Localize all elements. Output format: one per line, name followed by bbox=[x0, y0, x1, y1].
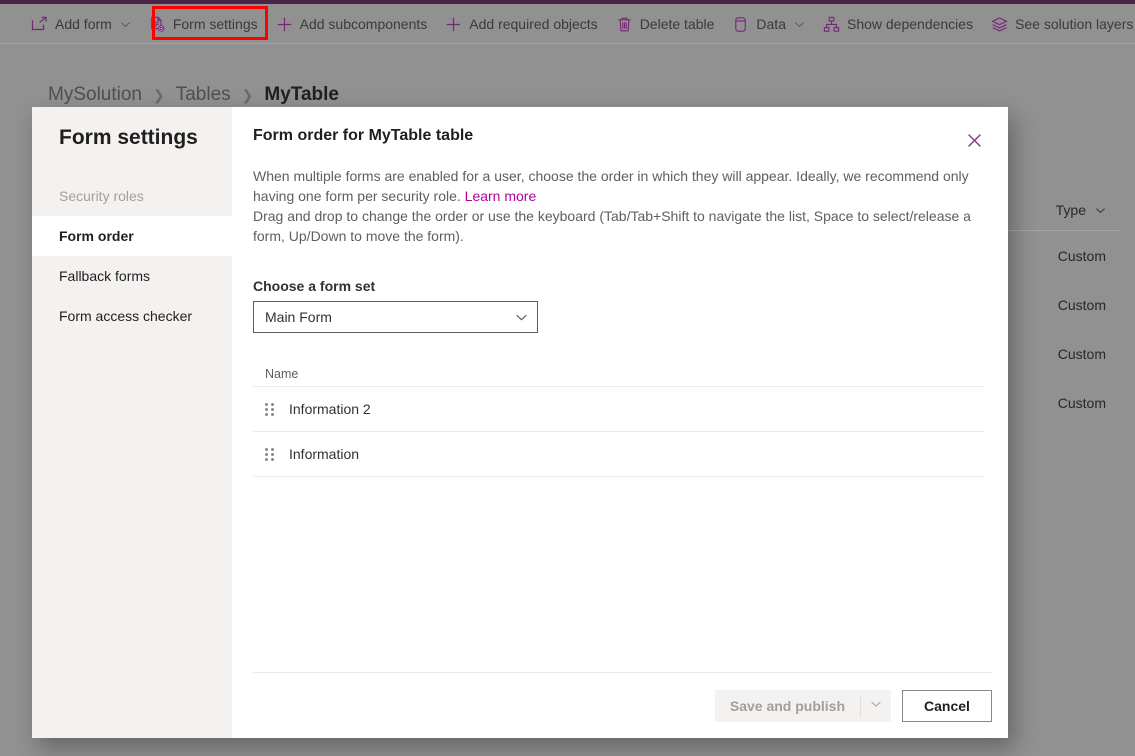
panel-description: When multiple forms are enabled for a us… bbox=[253, 166, 980, 246]
learn-more-link[interactable]: Learn more bbox=[465, 188, 537, 204]
cancel-button[interactable]: Cancel bbox=[902, 689, 992, 722]
plus-icon bbox=[445, 16, 462, 33]
chevron-down-icon[interactable] bbox=[515, 311, 528, 324]
list-column-header-name: Name bbox=[253, 361, 984, 387]
column-header-label: Type bbox=[1055, 202, 1086, 218]
save-and-publish-split-button: Save and publish bbox=[714, 689, 891, 722]
dependencies-icon bbox=[823, 16, 840, 33]
page-title: Form order for MyTable table bbox=[253, 127, 474, 144]
formset-label: Choose a form set bbox=[253, 278, 376, 294]
chevron-down-icon[interactable] bbox=[794, 19, 805, 30]
breadcrumb-item-current: MyTable bbox=[264, 84, 339, 105]
sidebar-item-security-roles: Security roles bbox=[32, 176, 232, 216]
save-and-publish-menu-button bbox=[861, 690, 891, 722]
command-add-form[interactable]: Add form bbox=[22, 7, 140, 41]
breadcrumb-separator-icon: ❯ bbox=[153, 86, 165, 103]
cell-type: Custom bbox=[1057, 345, 1106, 362]
command-show-dependencies[interactable]: Show dependencies bbox=[814, 7, 982, 41]
dialog-footer: Save and publish Cancel bbox=[253, 672, 992, 738]
layers-icon bbox=[991, 16, 1008, 33]
form-settings-icon bbox=[149, 16, 166, 33]
sidebar-item-label: Fallback forms bbox=[59, 268, 151, 284]
close-icon bbox=[967, 133, 982, 153]
close-button[interactable] bbox=[958, 127, 990, 159]
breadcrumb-separator-icon: ❯ bbox=[241, 86, 254, 103]
drag-handle-icon[interactable] bbox=[265, 401, 276, 417]
drag-handle-icon[interactable] bbox=[265, 446, 276, 462]
formset-selected-value: Main Form bbox=[265, 309, 332, 325]
command-add-required-objects[interactable]: Add required objects bbox=[436, 7, 606, 41]
command-see-solution-layers[interactable]: See solution layers bbox=[982, 7, 1135, 41]
command-delete-table[interactable]: Delete table bbox=[607, 7, 724, 41]
dialog-title: Form settings bbox=[59, 126, 198, 149]
formset-dropdown[interactable]: Main Form bbox=[253, 301, 538, 333]
chevron-down-icon[interactable] bbox=[120, 19, 131, 30]
dialog-sidebar: Form settings Security roles Form order … bbox=[32, 107, 232, 738]
command-label: Form settings bbox=[172, 16, 258, 32]
command-label: Add subcomponents bbox=[299, 16, 428, 32]
database-icon bbox=[732, 16, 749, 33]
command-label: Add required objects bbox=[469, 16, 598, 32]
sidebar-item-label: Security roles bbox=[59, 188, 144, 204]
cell-type: Custom bbox=[1057, 394, 1106, 411]
list-item-label: Information bbox=[289, 446, 360, 462]
command-label: See solution layers bbox=[1015, 16, 1134, 32]
save-button-label: Save and publish bbox=[729, 697, 845, 714]
command-add-subcomponents[interactable]: Add subcomponents bbox=[267, 7, 437, 41]
breadcrumb-item-tables[interactable]: Tables bbox=[176, 84, 231, 106]
description-text-1: When multiple forms are enabled for a us… bbox=[253, 168, 969, 204]
sidebar-item-form-order[interactable]: Form order bbox=[32, 216, 232, 256]
column-header-label: Name bbox=[265, 366, 299, 381]
description-text-2: Drag and drop to change the order or use… bbox=[253, 208, 971, 244]
command-label: Show dependencies bbox=[846, 16, 974, 32]
form-order-list: Name Information 2 Information bbox=[253, 361, 984, 477]
dialog-content: Form order for MyTable table When multip… bbox=[232, 107, 1008, 738]
plus-icon bbox=[276, 16, 293, 33]
command-data[interactable]: Data bbox=[723, 7, 814, 41]
list-item-label: Information 2 bbox=[289, 401, 371, 417]
cancel-button-label: Cancel bbox=[924, 697, 970, 714]
breadcrumb: MySolution ❯ Tables ❯ MyTable bbox=[48, 84, 339, 106]
save-and-publish-button: Save and publish bbox=[715, 690, 860, 722]
chevron-down-icon[interactable] bbox=[1095, 205, 1106, 216]
cell-type: Custom bbox=[1057, 247, 1106, 264]
trash-icon bbox=[616, 16, 633, 33]
sidebar-item-label: Form access checker bbox=[59, 308, 193, 324]
chevron-down-icon bbox=[870, 697, 882, 715]
list-item[interactable]: Information bbox=[253, 432, 984, 477]
sidebar-item-fallback-forms[interactable]: Fallback forms bbox=[32, 256, 232, 296]
command-bar: Add form Form settings Add subcomponents… bbox=[0, 4, 1135, 44]
cell-type: Custom bbox=[1057, 296, 1106, 313]
breadcrumb-item-solution[interactable]: MySolution bbox=[48, 84, 142, 106]
command-label: Add form bbox=[55, 16, 112, 32]
sidebar-item-label: Form order bbox=[59, 228, 134, 244]
list-item[interactable]: Information 2 bbox=[253, 387, 984, 432]
sidebar-item-form-access-checker[interactable]: Form access checker bbox=[32, 296, 232, 336]
form-settings-dialog: Form settings Security roles Form order … bbox=[32, 107, 1008, 738]
add-form-icon bbox=[31, 16, 48, 33]
command-label: Delete table bbox=[639, 16, 715, 32]
command-form-settings[interactable]: Form settings bbox=[140, 7, 267, 41]
command-label: Data bbox=[756, 16, 786, 32]
